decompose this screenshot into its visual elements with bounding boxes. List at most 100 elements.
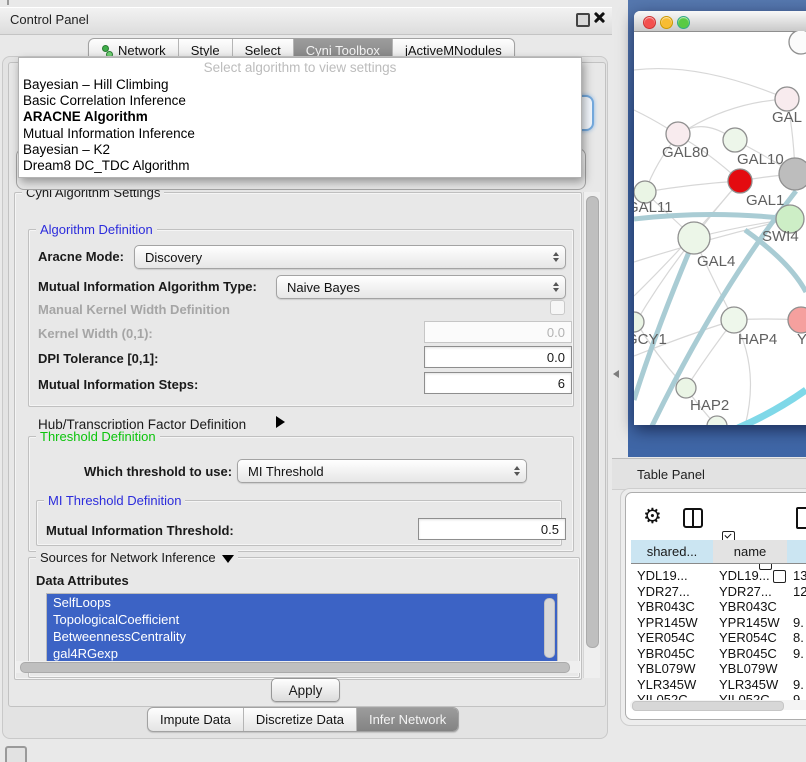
zoom-traffic-light-icon[interactable] [677,16,690,29]
mi-threshold-input[interactable]: 0.5 [418,518,566,540]
algorithm-menu-item[interactable]: Mutual Information Inference [19,126,581,142]
which-threshold-label: Which threshold to use: [84,464,232,479]
manual-kernel-width-label: Manual Kernel Width Definition [38,302,230,317]
network-node-label: GAL10 [737,151,784,168]
table-cell[interactable]: YBR045C [637,646,695,661]
table-panel-title: Table Panel [637,467,705,482]
table-cell[interactable]: YBR045C [719,646,777,661]
table-horizontal-scrollbar[interactable] [630,700,806,710]
algorithm-menu-item[interactable]: Basic Correlation Inference [19,93,581,109]
network-edge [634,69,787,99]
table-cell[interactable]: YDR27... [637,584,690,599]
network-node-gcy1[interactable] [634,312,644,332]
bottom-tabs: Impute Data Discretize Data Infer Network [147,707,459,732]
expand-arrow-icon[interactable] [276,416,285,428]
table-cell[interactable]: YDR27... [719,584,772,599]
gear-icon[interactable]: ⚙ [643,506,662,527]
attribute-list-item[interactable]: TopologicalCoefficient [47,611,557,628]
dpi-tolerance-input[interactable]: 0.0 [424,346,572,368]
table-cell[interactable]: YER054C [637,630,695,645]
algorithm-menu-item[interactable]: ARACNE Algorithm [19,109,581,125]
table-cell[interactable]: 9. [793,646,804,661]
network-node-hap2[interactable] [676,378,696,398]
bottom-tab-label: Impute Data [160,712,231,727]
manual-kernel-width-checkbox[interactable] [550,300,565,315]
network-node-y[interactable] [788,307,806,333]
bottom-tab-infer-network[interactable]: Infer Network [357,708,458,731]
table-cell[interactable]: YPR145W [637,615,698,630]
mi-steps-input[interactable]: 6 [424,372,572,394]
table-column-header[interactable]: shared... [631,540,714,564]
data-attributes-list[interactable]: SelfLoopsTopologicalCoefficientBetweenne… [46,593,558,663]
spinner-arrows-icon [547,282,565,292]
network-node-gal1[interactable] [728,169,752,193]
algorithm-menu-item[interactable]: Dream8 DC_TDC Algorithm [19,158,581,174]
bottom-tab-label: Discretize Data [256,712,344,727]
node-table: shared...nameA YDL19... YDL19... 13 YDR27...… [626,540,806,700]
table-cell[interactable]: YER054C [719,630,777,645]
kernel-width-input[interactable]: 0.0 [424,321,572,343]
close-traffic-light-icon[interactable] [643,16,656,29]
panel-splitter-handle-icon[interactable] [613,370,619,378]
network-edge [652,191,796,425]
aracne-mode-select[interactable]: Discovery [134,245,566,269]
bottom-left-partial-icon[interactable] [5,746,27,762]
spinner-arrows-icon [547,252,565,262]
mi-algorithm-type-value: Naive Bayes [277,280,547,295]
table-cell[interactable]: YBL079W [637,661,696,676]
algorithm-menu-item[interactable]: Bayesian – K2 [19,142,581,158]
mi-steps-value: 6 [558,376,565,391]
settings-horizontal-scrollbar-thumb[interactable] [20,662,570,673]
threshold-definition-title: Threshold Definition [36,429,160,444]
new-table-icon[interactable] [796,507,806,529]
which-threshold-select[interactable]: MI Threshold [237,459,527,483]
network-node-hap4[interactable] [721,307,747,333]
network-node[interactable] [707,416,727,425]
bottom-tab-impute-data[interactable]: Impute Data [148,708,244,731]
minimize-traffic-light-icon[interactable] [660,16,673,29]
table-cell[interactable]: 9. [793,677,804,692]
split-columns-icon[interactable] [683,508,703,528]
network-node-gal4[interactable] [678,222,710,254]
float-icon[interactable] [576,13,590,27]
table-cell[interactable]: 12 [793,584,806,599]
dpi-tolerance-label: DPI Tolerance [0,1]: [38,351,158,366]
network-graph-icon [101,45,113,57]
attribute-list-item[interactable]: BetweennessCentrality [47,628,557,645]
network-node-gal80[interactable] [666,122,690,146]
mi-algorithm-type-select[interactable]: Naive Bayes [276,275,566,299]
dpi-tolerance-value: 0.0 [547,350,565,365]
which-threshold-value: MI Threshold [238,464,508,479]
network-canvas[interactable]: GALGAL80GAL10GAL1GAL11SWI4GAL4GCY1HAP4YH… [634,31,806,425]
table-horizontal-scrollbar-thumb[interactable] [632,701,784,711]
table-cell[interactable]: YBR043C [719,599,777,614]
bottom-tab-discretize-data[interactable]: Discretize Data [244,708,357,731]
close-icon[interactable] [593,11,606,24]
table-cell[interactable]: YBR043C [637,599,695,614]
attribute-list-scrollbar[interactable] [544,598,555,658]
table-cell[interactable]: 9. [793,615,804,630]
table-cell[interactable]: YPR145W [719,615,780,630]
attribute-list-item[interactable]: SelfLoops [47,594,557,611]
table-cell[interactable]: 13 [793,568,806,583]
table-column-header[interactable]: A [787,540,806,564]
table-cell[interactable]: YBL079W [719,661,778,676]
network-node-gal[interactable] [775,87,799,111]
settings-vertical-scrollbar-thumb[interactable] [586,196,599,648]
network-node-label: GAL11 [634,199,673,216]
table-cell[interactable]: 8. [793,630,804,645]
algorithm-menu-item[interactable]: Bayesian – Hill Climbing [19,77,581,93]
table-cell[interactable]: YDL19... [719,568,770,583]
network-node-gal10[interactable] [723,128,747,152]
table-cell[interactable]: YLR345W [719,677,778,692]
attribute-list-item[interactable]: gal4RGexp [47,645,557,662]
mi-algorithm-type-label: Mutual Information Algorithm Type: [38,279,257,294]
table-cell[interactable]: YLR345W [637,677,696,692]
table-column-header[interactable]: name [713,540,788,564]
table-cell[interactable]: YDL19... [637,568,688,583]
algorithm-dropdown-placeholder: Select algorithm to view settings [19,58,581,77]
apply-button[interactable]: Apply [271,678,340,702]
mi-threshold-definition-title: MI Threshold Definition [44,493,185,508]
network-window-titlebar[interactable] [634,11,806,32]
network-node[interactable] [789,31,806,54]
